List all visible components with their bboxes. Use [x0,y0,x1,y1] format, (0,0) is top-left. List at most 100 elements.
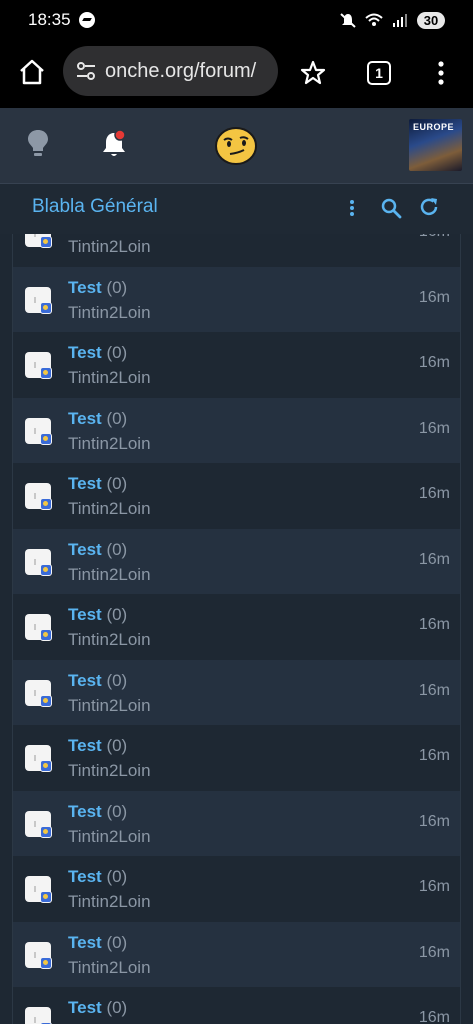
topic-thumbnail [25,614,52,641]
topic-thumbnail [25,234,52,248]
tabs-count: 1 [375,65,383,81]
thumbnail-mark [34,1017,36,1023]
lightbulb-icon[interactable] [24,128,52,160]
topic-title[interactable]: Test [68,540,102,559]
topic-title-line[interactable]: Test (0) [68,343,127,363]
topic-title[interactable]: Test [68,605,102,624]
topic-author[interactable]: Tintin2Loin [68,303,151,323]
topic-row[interactable]: Test (0) Tintin2Loin 16m [13,528,460,594]
status-bar: 18:35 30 [0,0,473,40]
more-vert-icon[interactable] [431,58,451,88]
topic-age: 16m [419,234,450,241]
topic-row[interactable]: Test (0)Tintin2Loin16m [13,332,460,398]
topic-row[interactable]: Test (0)Tintin2Loin16m [13,987,460,1024]
mini-avatar-icon [40,760,52,772]
topic-title[interactable]: Test [68,671,102,690]
topic-author[interactable]: Tintin2Loin [68,434,151,454]
topic-thumbnail [25,417,52,445]
topic-age: 16m [418,550,450,568]
status-icons: 30 [339,11,445,29]
topic-title-line[interactable]: Test (0) [68,540,127,560]
topic-reply-count: (0) [106,867,128,886]
topic-title-line[interactable]: Test (0) [68,409,127,429]
topic-author[interactable]: Tintin2Loin [68,958,151,978]
topic-reply-count: (0) [106,343,128,362]
topic-reply-count: (0) [106,670,128,690]
topic-row[interactable]: Test (0)Tintin2Loin16m [13,659,460,725]
bell-icon[interactable] [100,129,128,159]
star-icon[interactable] [300,60,326,86]
mini-avatar-icon [40,236,52,248]
thumbnail-mark [34,820,36,827]
topic-title-line[interactable]: Test (0) [68,867,127,887]
mini-avatar-icon [40,498,52,510]
topic-age: 16m [418,747,450,764]
thumbnail-mark [34,493,36,499]
mini-avatar-icon [40,825,52,838]
topic-thumbnail [25,876,52,903]
search-icon[interactable] [380,197,402,219]
topic-title[interactable]: Test [68,802,102,821]
topic-author[interactable]: Tintin2Loin [68,892,151,912]
topic-row[interactable]: Test (0) Tintin2Loin 16m [13,594,460,660]
topic-title-line[interactable]: Test (0) [68,736,127,756]
topic-title-line[interactable]: Test (0) [68,998,127,1018]
tabs-button[interactable]: 1 [367,61,391,85]
topic-title[interactable]: Test [68,474,102,493]
home-icon[interactable] [18,58,46,86]
topic-title-line[interactable]: Test (0) [68,933,127,953]
topic-title[interactable]: Test [68,409,102,428]
thumbnail-mark [34,689,36,696]
mini-avatar-icon [40,301,52,314]
tune-icon[interactable] [75,60,97,82]
forum-title[interactable]: Blabla Général [32,196,158,218]
topic-row[interactable]: Test (0)Tintin2Loin16m [13,921,460,987]
wifi-icon [365,13,383,26]
topic-list[interactable]: Test (0) Tintin2Loin 16m Test (0) Tintin2Loi… [12,234,461,1024]
topic-age: 16m [418,616,450,633]
topic-age: 16m [418,878,450,895]
smiley-icon[interactable] [214,126,258,166]
topic-row[interactable]: Test (0)Tintin2Loin16m [13,234,460,267]
topic-title[interactable]: Test [68,933,102,952]
topic-reply-count: (0) [106,801,128,821]
topic-author[interactable]: Tintin2Loin [68,368,151,388]
mini-avatar-icon [40,891,52,903]
topic-author[interactable]: Tintin2Loin [68,630,151,650]
topic-title[interactable]: Test [68,343,102,362]
messenger-icon [78,12,95,28]
topic-reply-count: (0) [106,932,128,952]
topic-author[interactable]: Tintin2Loin [68,237,151,257]
topic-title-line[interactable]: Test (0) [68,802,127,822]
thumbnail-mark [34,362,36,368]
topic-title-line[interactable]: Test (0) [68,605,127,625]
topic-title-line[interactable]: Test (0) [68,671,127,691]
kebab-icon[interactable] [346,198,358,218]
topic-title[interactable]: Test [68,998,102,1017]
topic-row[interactable]: Test (0) Tintin2Loin 16m [13,856,460,922]
mini-avatar-icon [40,432,52,445]
topic-thumbnail [25,352,52,379]
topic-title-line[interactable]: Test (0) [68,278,127,298]
topic-age: 16m [418,419,450,437]
refresh-icon[interactable] [418,196,440,218]
topic-row[interactable]: Test (0)Tintin2Loin16m [13,463,460,529]
topic-row[interactable]: Test (0) Tintin2Loin 16m [13,725,460,791]
topic-title-line[interactable]: Test (0) [68,474,127,494]
topic-title[interactable]: Test [68,278,102,297]
topic-author[interactable]: Tintin2Loin [68,696,151,716]
topic-author[interactable]: Tintin2Loin [68,565,151,585]
topic-author[interactable]: Tintin2Loin [68,827,151,847]
topic-title[interactable]: Test [68,867,102,886]
url-text[interactable]: onche.org/forum/ [105,60,256,83]
topic-row[interactable]: Test (0) Tintin2Loin 16m [13,397,460,463]
topic-author[interactable]: Tintin2Loin [68,499,151,519]
thumbnail-mark [34,427,36,434]
topic-row[interactable]: Test (0)Tintin2Loin16m [13,266,460,332]
topic-author[interactable]: Tintin2Loin [68,761,151,781]
topic-reply-count: (0) [106,605,128,624]
topic-row[interactable]: Test (0)Tintin2Loin16m [13,790,460,856]
address-bar[interactable]: onche.org/forum/ [63,46,278,96]
topic-title[interactable]: Test [68,736,102,755]
user-avatar[interactable]: EUROPE [409,119,462,171]
